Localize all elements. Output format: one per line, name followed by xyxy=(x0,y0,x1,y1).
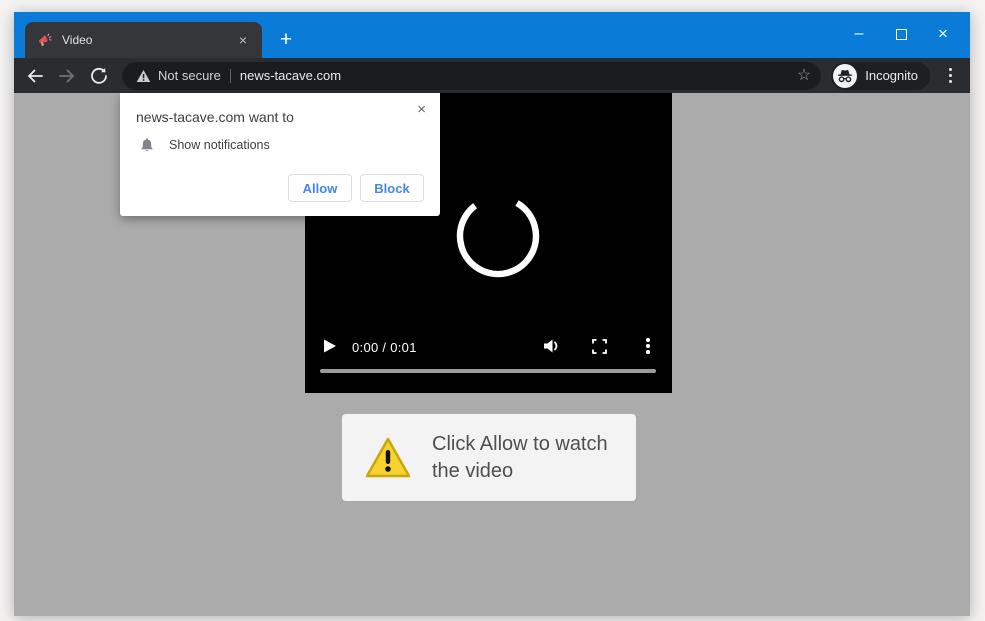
click-allow-notice: Click Allow to watch the video xyxy=(342,414,636,501)
incognito-avatar xyxy=(833,64,857,88)
forward-arrow-icon xyxy=(58,67,76,85)
omnibox-separator xyxy=(230,69,231,83)
menu-dot xyxy=(949,68,952,71)
dialog-title: news-tacave.com want to xyxy=(136,109,294,125)
tab-title: Video xyxy=(62,33,234,47)
menu-dot xyxy=(949,74,952,77)
allow-button[interactable]: Allow xyxy=(288,174,352,202)
back-arrow-icon xyxy=(26,67,44,85)
megaphone-favicon-icon xyxy=(37,32,53,48)
notice-text: Click Allow to watch the video xyxy=(432,431,608,485)
dialog-buttons: Allow Block xyxy=(288,174,424,202)
bell-icon xyxy=(140,137,154,152)
notice-line1: Click Allow to watch xyxy=(432,431,608,458)
incognito-icon xyxy=(837,69,853,83)
menu-dot xyxy=(646,350,650,354)
close-icon: × xyxy=(938,24,948,44)
block-button[interactable]: Block xyxy=(360,174,424,202)
page-content: 0:00 / 0:01 × news-tacave.com want to xyxy=(14,93,970,616)
reload-icon xyxy=(90,67,108,85)
minimize-button[interactable]: – xyxy=(838,20,880,48)
fullscreen-icon[interactable] xyxy=(592,339,607,354)
incognito-badge: Incognito xyxy=(831,62,930,90)
notification-permission-dialog: × news-tacave.com want to Show notificat… xyxy=(120,93,440,216)
address-bar[interactable]: Not secure news-tacave.com ☆ xyxy=(122,62,821,90)
window-controls: – × xyxy=(838,20,964,48)
browser-menu-button[interactable] xyxy=(938,64,962,88)
back-button[interactable] xyxy=(22,63,48,89)
toolbar: Not secure news-tacave.com ☆ Incognito xyxy=(14,58,970,93)
reload-button[interactable] xyxy=(86,63,112,89)
play-button-icon[interactable] xyxy=(322,338,338,354)
browser-window: Video × + – × xyxy=(14,12,970,616)
forward-button[interactable] xyxy=(54,63,80,89)
close-button[interactable]: × xyxy=(922,20,964,48)
video-progress-bar[interactable] xyxy=(320,369,656,373)
minimize-icon: – xyxy=(855,29,864,39)
maximize-button[interactable] xyxy=(880,20,922,48)
tab-close-icon[interactable]: × xyxy=(234,31,252,49)
menu-dot xyxy=(646,338,650,342)
bookmark-star-icon[interactable]: ☆ xyxy=(797,68,811,84)
warning-triangle-icon xyxy=(364,436,412,480)
loading-spinner-icon xyxy=(452,190,544,282)
dialog-close-icon[interactable]: × xyxy=(413,97,430,122)
menu-dot xyxy=(949,80,952,83)
permission-row: Show notifications xyxy=(140,137,270,152)
incognito-label: Incognito xyxy=(865,68,918,83)
notice-line2: the video xyxy=(432,458,608,485)
not-secure-warning-icon xyxy=(136,69,151,83)
security-label: Not secure xyxy=(158,68,221,83)
permission-text: Show notifications xyxy=(169,138,270,152)
video-time: 0:00 / 0:01 xyxy=(352,340,417,355)
volume-icon[interactable] xyxy=(543,338,560,354)
titlebar[interactable]: Video × + – × xyxy=(14,12,970,58)
maximize-icon xyxy=(896,29,907,40)
new-tab-button[interactable]: + xyxy=(273,28,299,54)
url-text: news-tacave.com xyxy=(240,68,797,83)
video-menu-button[interactable] xyxy=(642,337,654,355)
menu-dot xyxy=(646,344,650,348)
tab-video[interactable]: Video × xyxy=(25,22,262,58)
